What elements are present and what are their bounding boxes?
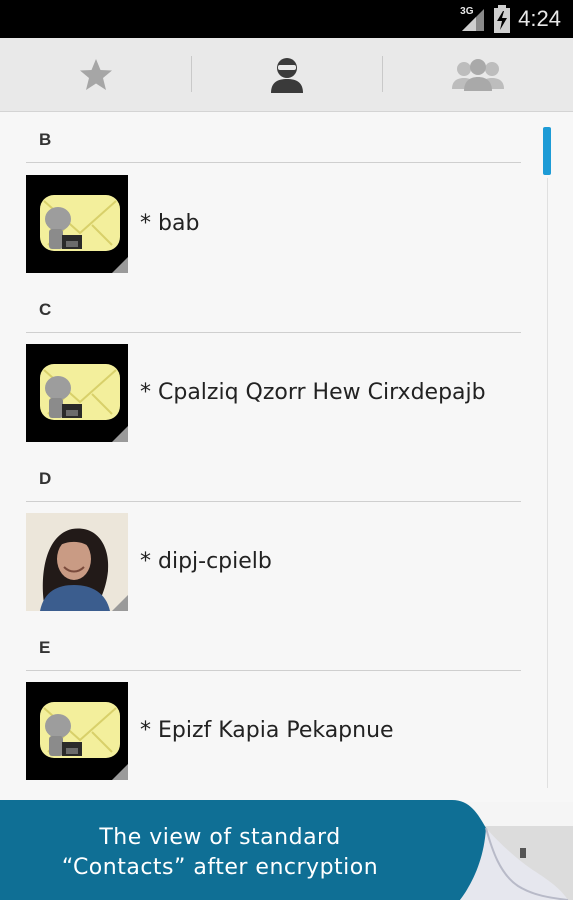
quick-contact-badge [112,595,128,611]
section-header: D [26,451,521,502]
contact-row[interactable]: * Epizf Kapia Pekapnue [26,682,521,782]
section-header: C [26,282,521,333]
encrypted-envelope-avatar [26,682,128,780]
section-header: E [26,620,521,671]
contacts-tab-bar [0,38,573,112]
quick-contact-badge [112,426,128,442]
tab-contacts[interactable] [192,38,382,111]
encrypted-envelope-avatar [26,175,128,273]
contact-row[interactable]: * dipj-cpielb [26,513,521,613]
status-icons: 3G 4:24 [460,0,561,38]
promo-line-2: “Contacts” after encryption [61,855,379,880]
section-header: B [26,112,521,163]
section-letter: B [39,130,52,149]
promo-line-1: The view of standard [99,825,341,850]
clock: 4:24 [518,6,561,31]
quick-contact-badge [112,257,128,273]
encrypted-envelope-avatar [26,344,128,442]
section-letter: E [39,638,51,657]
fast-scroll-thumb[interactable] [543,127,551,175]
quick-contact-badge [112,764,128,780]
group-icon [452,58,504,91]
contact-name: * dipj-cpielb [140,549,272,574]
tab-groups[interactable] [383,38,573,111]
contact-name: * bab [140,211,200,236]
contact-row[interactable]: * bab [26,175,521,275]
contact-row[interactable]: * Cpalziq Qzorr Hew Cirxdepajb [26,344,521,444]
scrollbar-track [547,178,548,788]
star-icon [79,58,112,90]
photo-avatar [26,513,128,611]
signal-icon: 3G [460,6,486,32]
section-letter: C [39,300,52,319]
tab-favorites[interactable] [0,38,191,111]
battery-charging-icon [494,5,511,33]
status-bar: 3G 4:24 [0,0,573,38]
contact-list[interactable]: B * bab C * Cpalziq Qzorr Hew Cirxdepajb… [0,112,573,802]
contact-name: * Cpalziq Qzorr Hew Cirxdepajb [140,380,486,405]
promo-banner-text: The view of standard “Contacts” after en… [0,823,440,883]
person-icon [271,57,303,93]
contact-name: * Epizf Kapia Pekapnue [140,718,394,743]
section-letter: D [39,469,52,488]
